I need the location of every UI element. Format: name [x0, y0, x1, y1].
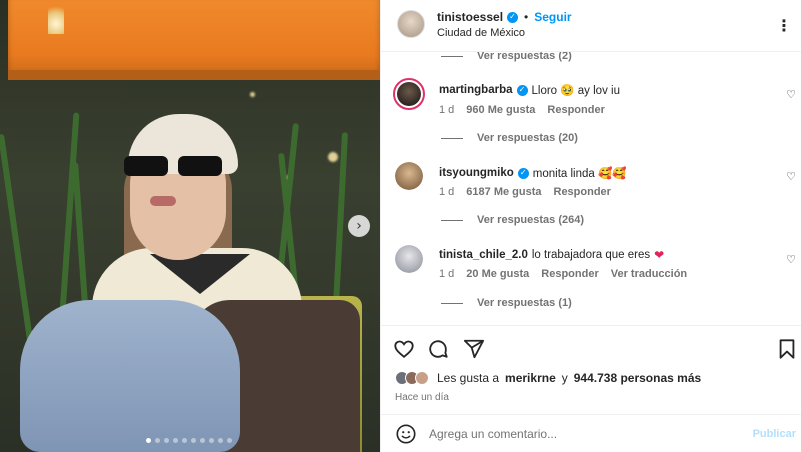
- comment-likes[interactable]: 20 Me gusta: [466, 268, 529, 280]
- post-time: Hace un día: [395, 392, 449, 403]
- verified-badge-icon: ✓: [507, 11, 519, 23]
- avatar[interactable]: [397, 10, 425, 38]
- verified-badge-icon: ✓: [517, 167, 529, 179]
- carousel-dot: [173, 438, 178, 443]
- comment-age: 1 d: [439, 268, 455, 280]
- hanging-lamp: [48, 0, 64, 34]
- comment-age: 1 d: [439, 186, 455, 198]
- comment-bubble-icon[interactable]: [427, 338, 449, 360]
- view-replies-label: Ver respuestas (264): [477, 214, 585, 226]
- carousel-dot: [209, 438, 214, 443]
- verified-badge-icon: ✓: [516, 84, 528, 96]
- liker-avatars: [395, 371, 429, 385]
- heart-icon[interactable]: ♡: [786, 170, 796, 183]
- emoji-icon[interactable]: [395, 423, 417, 445]
- heart-icon[interactable]: ♡: [786, 88, 796, 101]
- likes-count[interactable]: 944.738 personas más: [574, 371, 701, 385]
- person-lips: [150, 196, 176, 206]
- follow-button[interactable]: Seguir: [534, 10, 571, 24]
- comment-username[interactable]: tinista_chile_2.0: [439, 249, 528, 261]
- bokeh-light: [328, 152, 338, 162]
- carousel-dot: [146, 438, 151, 443]
- person-jeans: [20, 300, 240, 452]
- likes-conjunction: y: [561, 371, 568, 385]
- carousel-dot: [200, 438, 205, 443]
- view-replies-label: Ver respuestas (20): [477, 132, 578, 144]
- bokeh-light: [250, 92, 255, 97]
- reply-button[interactable]: Responder: [541, 268, 598, 280]
- avatar[interactable]: [395, 162, 423, 190]
- liker-username[interactable]: merikrne: [505, 371, 556, 385]
- publish-button[interactable]: Publicar: [753, 428, 796, 440]
- like-heart-icon[interactable]: [393, 338, 415, 360]
- post-details-panel: tinistoessel ✓ • Seguir Ciudad de México…: [380, 0, 801, 452]
- likes-prefix: Les gusta a: [437, 371, 500, 385]
- comment-likes[interactable]: 6187 Me gusta: [466, 186, 541, 198]
- reply-button[interactable]: Responder: [547, 104, 604, 116]
- heart-icon[interactable]: ♡: [786, 253, 796, 266]
- carousel-dot: [191, 438, 196, 443]
- separator-dot: •: [524, 10, 529, 24]
- avatar[interactable]: [395, 245, 423, 273]
- avatar[interactable]: [393, 78, 425, 110]
- comment-text: Lloro 🥹 ay lov iu: [531, 85, 620, 97]
- plant-leaf: [0, 133, 36, 363]
- bookmark-icon[interactable]: [776, 338, 798, 360]
- location-link[interactable]: Ciudad de México: [437, 27, 525, 39]
- post-photo: ›: [0, 0, 380, 452]
- translate-button[interactable]: Ver traducción: [611, 268, 687, 280]
- likes-summary: Les gusta a merikrne y 944.738 personas …: [395, 371, 701, 385]
- comment-text: lo trabajadora que eres: [531, 249, 651, 261]
- view-replies-label: Ver respuestas (1): [477, 297, 572, 309]
- view-replies-button[interactable]: Ver respuestas (264): [441, 214, 584, 226]
- action-bar: [381, 325, 801, 369]
- comment-input[interactable]: [429, 425, 729, 443]
- carousel-dot: [164, 438, 169, 443]
- carousel-dots: [146, 438, 232, 443]
- post-header: tinistoessel ✓ • Seguir Ciudad de México…: [381, 0, 801, 52]
- carousel-dot: [182, 438, 187, 443]
- view-replies-button[interactable]: Ver respuestas (1): [441, 297, 572, 309]
- next-photo-button[interactable]: ›: [348, 215, 370, 237]
- comment-likes[interactable]: 960 Me gusta: [466, 104, 535, 116]
- sunglasses: [124, 156, 224, 176]
- carousel-dot: [227, 438, 232, 443]
- chevron-right-icon: ›: [356, 218, 362, 234]
- reply-button[interactable]: Responder: [554, 186, 611, 198]
- shirt-collar: [150, 254, 250, 294]
- carousel-dot: [155, 438, 160, 443]
- author-username[interactable]: tinistoessel: [437, 10, 503, 24]
- share-send-icon[interactable]: [463, 338, 485, 360]
- comment-text: monita linda 🥰🥰: [532, 168, 627, 180]
- view-replies-button[interactable]: Ver respuestas (20): [441, 132, 578, 144]
- more-options-icon[interactable]: ⋮: [776, 16, 792, 35]
- awning-edge: [8, 70, 380, 80]
- comment-username[interactable]: itsyoungmiko: [439, 167, 514, 179]
- comment-age: 1 d: [439, 104, 455, 116]
- carousel-dot: [218, 438, 223, 443]
- comment-username[interactable]: martingbarba: [439, 84, 513, 96]
- add-comment-bar: Publicar: [381, 414, 801, 452]
- red-heart-icon: ❤: [654, 248, 665, 262]
